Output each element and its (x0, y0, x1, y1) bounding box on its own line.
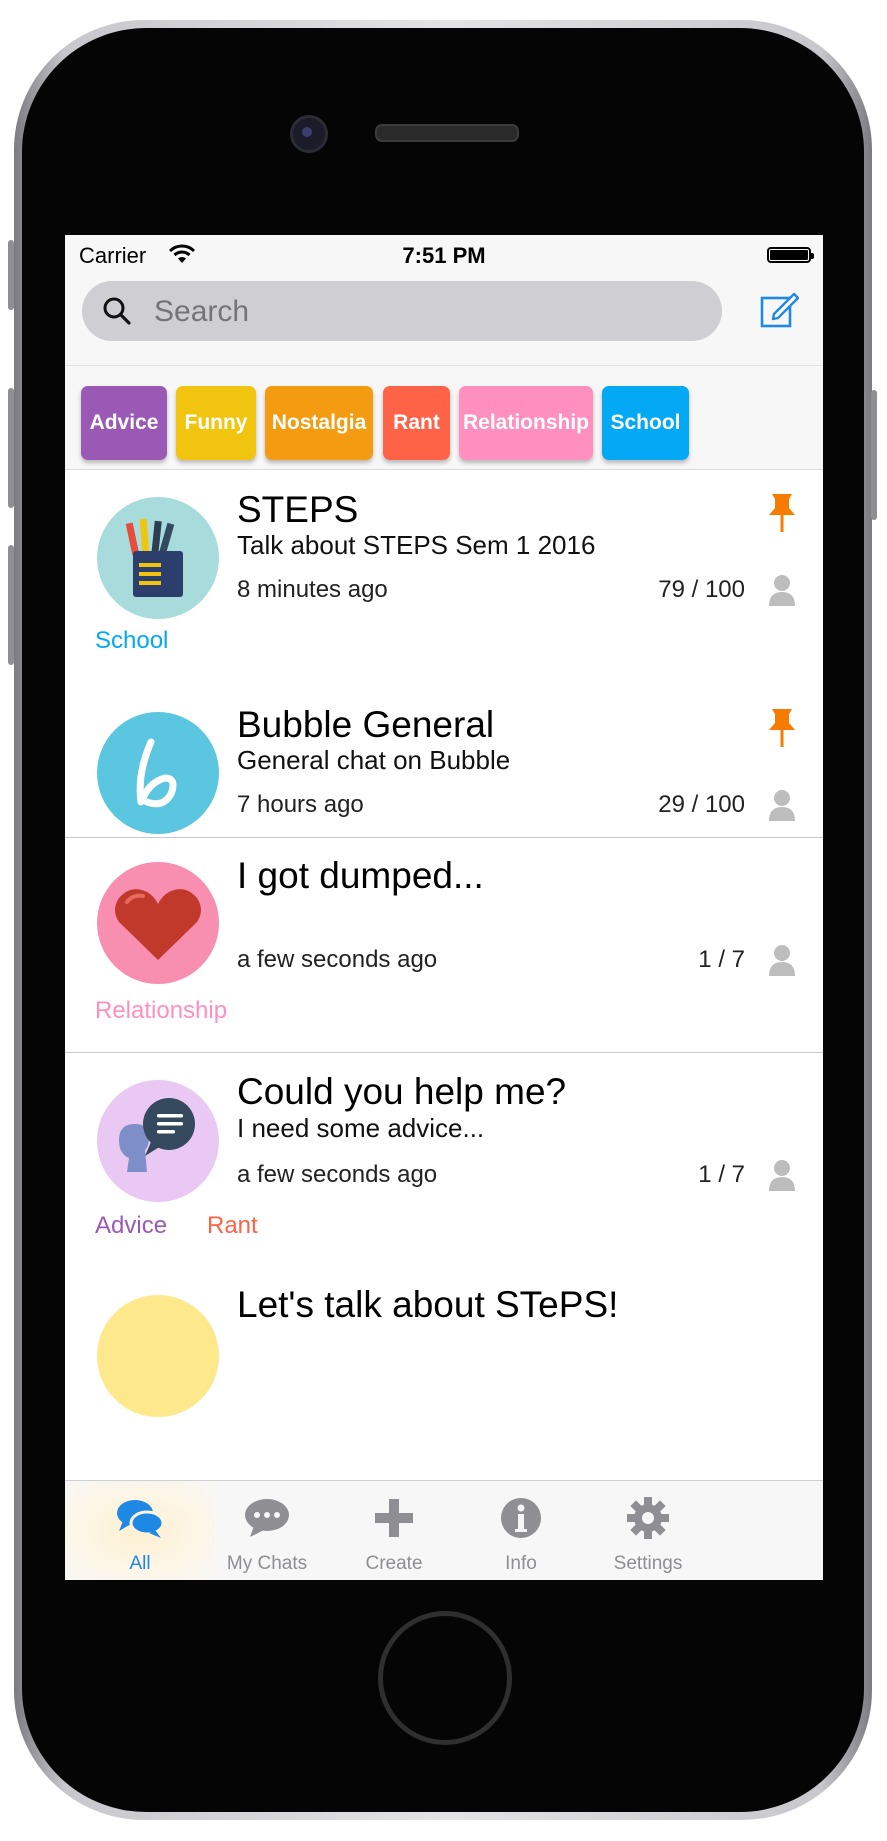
chat-tag[interactable]: Rant (207, 1212, 258, 1240)
chat-title: Could you help me? (237, 1071, 567, 1112)
speech-bubble-icon (245, 1499, 289, 1537)
compose-icon[interactable] (759, 289, 799, 329)
info-icon (501, 1498, 541, 1538)
category-chip-funny[interactable]: Funny (176, 386, 256, 460)
category-chip-nostalgia[interactable]: Nostalgia (265, 386, 373, 460)
front-camera (290, 115, 328, 153)
search-field[interactable] (82, 281, 722, 343)
search-icon (103, 297, 131, 325)
chat-member-count: 1 / 7 (698, 946, 745, 973)
person-icon (769, 945, 795, 976)
chat-member-count: 1 / 7 (698, 1161, 745, 1188)
partial-avatar-icon (97, 1295, 219, 1417)
tab-bar: All My Chats Create Info Settings (65, 1480, 823, 1580)
plus-icon (375, 1499, 413, 1537)
category-chip-rant[interactable]: Rant (383, 386, 450, 460)
battery-icon (767, 247, 814, 263)
person-icon (769, 575, 795, 606)
home-button[interactable] (378, 1611, 512, 1745)
person-icon (769, 1160, 795, 1191)
search-bar (65, 275, 823, 366)
volume-up-button (8, 388, 14, 508)
category-chip-school[interactable]: School (602, 386, 689, 460)
chat-row[interactable]: Let's talk about STePS! (65, 1268, 823, 1483)
tab-settings[interactable]: Settings (573, 1481, 723, 1580)
heart-icon (97, 862, 219, 984)
volume-down-button (8, 545, 14, 665)
chat-title: Bubble General (237, 704, 495, 745)
chat-timestamp: 7 hours ago (237, 791, 364, 818)
search-input[interactable] (152, 281, 696, 343)
tab-label: Settings (613, 1553, 683, 1574)
chat-timestamp: a few seconds ago (237, 1161, 438, 1188)
mute-switch (8, 240, 14, 310)
category-chip-advice[interactable]: Advice (81, 386, 167, 460)
gear-icon (627, 1497, 669, 1539)
status-bar: Carrier 7:51 PM (65, 235, 823, 275)
chat-timestamp: 8 minutes ago (237, 576, 388, 603)
person-icon (769, 790, 795, 821)
chat-member-count: 29 / 100 (658, 791, 745, 818)
chat-row[interactable]: Could you help me? I need some advice...… (65, 1053, 823, 1268)
chat-tag[interactable]: Advice (95, 1212, 167, 1240)
chat-title: Let's talk about STePS! (237, 1284, 619, 1325)
bubble-logo-icon (97, 712, 219, 834)
chat-timestamp: a few seconds ago (237, 946, 438, 973)
pin-icon[interactable] (767, 707, 797, 749)
pin-icon[interactable] (767, 492, 797, 534)
chat-subtitle: I need some advice... (237, 1113, 485, 1143)
power-button (871, 390, 877, 520)
chat-row[interactable]: Bubble General General chat on Bubble 7 … (65, 685, 823, 835)
earpiece-speaker (375, 124, 519, 142)
advice-speech-icon (97, 1080, 219, 1202)
chat-title: I got dumped... (237, 855, 484, 896)
chat-row[interactable]: STEPS Talk about STEPS Sem 1 2016 8 minu… (65, 470, 823, 685)
chat-subtitle: General chat on Bubble (237, 745, 511, 775)
chat-tag[interactable]: Relationship (95, 997, 227, 1025)
chat-member-count: 79 / 100 (658, 576, 745, 603)
status-time: 7:51 PM (402, 243, 486, 268)
app-screen: Carrier 7:51 PM Advice Funny Nostalgia R… (65, 235, 823, 1580)
chat-title: STEPS (237, 489, 359, 530)
category-chips: Advice Funny Nostalgia Rant Relationship… (65, 366, 823, 470)
chat-bubbles-icon (117, 1500, 165, 1538)
chat-subtitle: Talk about STEPS Sem 1 2016 (237, 530, 596, 560)
category-chip-relationship[interactable]: Relationship (459, 386, 593, 460)
pencil-cup-icon (97, 497, 219, 619)
chat-tag[interactable]: School (95, 627, 168, 655)
chat-row[interactable]: I got dumped... a few seconds ago 1 / 7 … (65, 838, 823, 1053)
